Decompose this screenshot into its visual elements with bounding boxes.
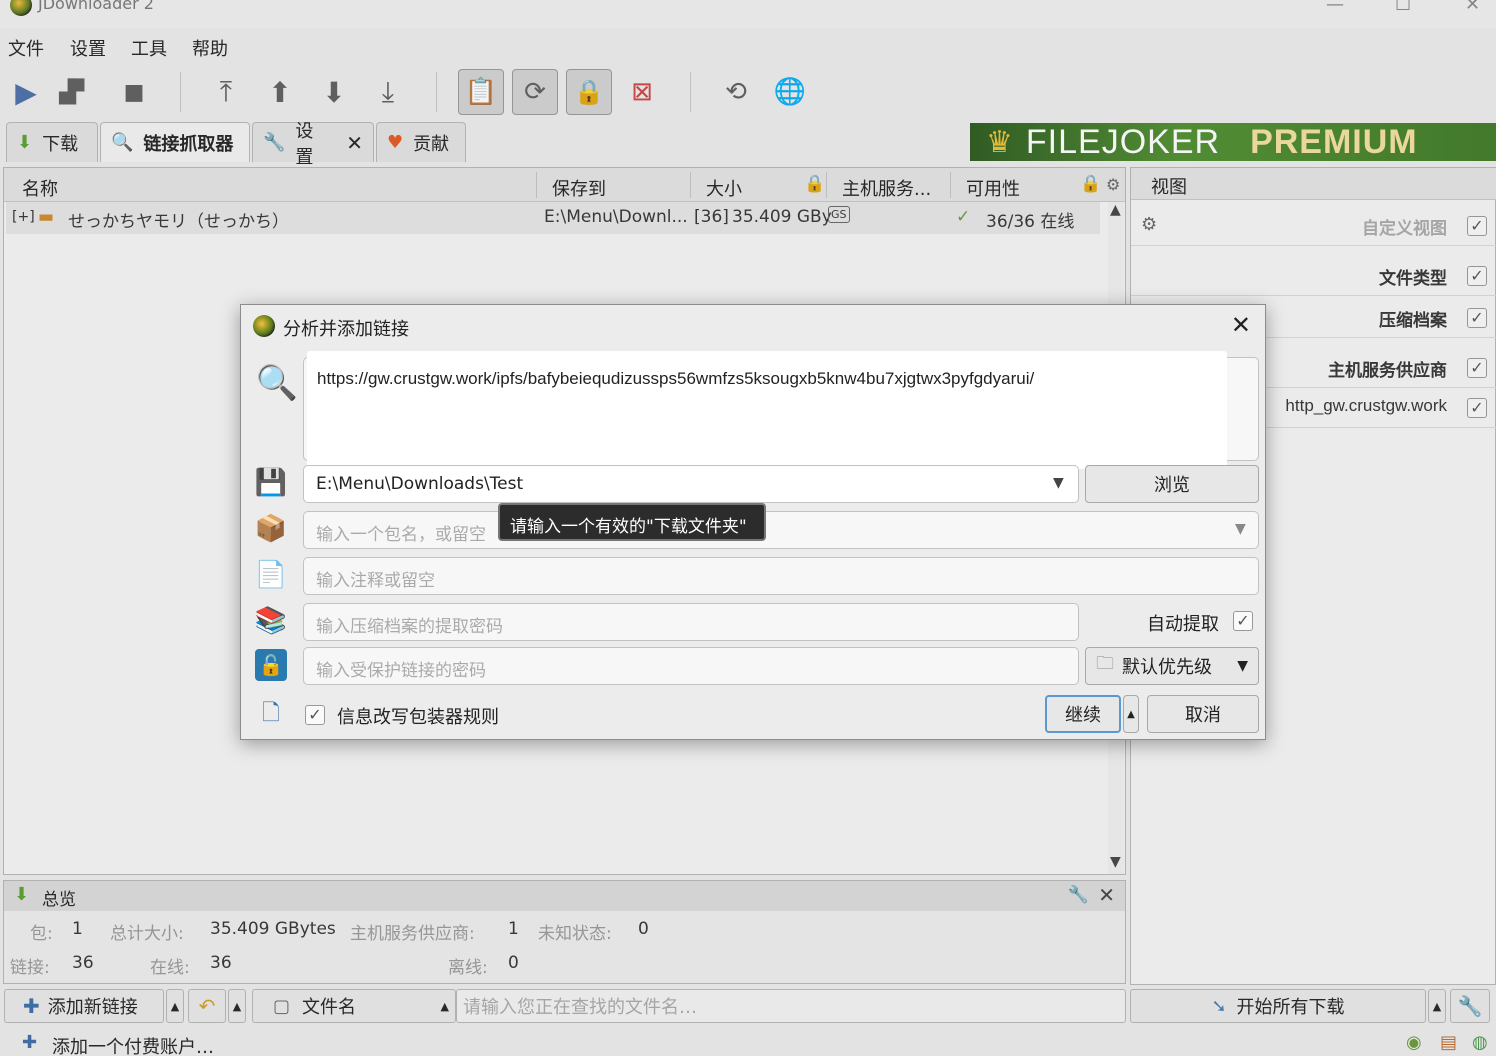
priority-dropdown[interactable]: 🗀 默认优先级 ▼ xyxy=(1085,647,1259,685)
comment-note-icon: 📄 xyxy=(254,560,288,590)
link-password-input[interactable]: 输入受保护链接的密码 xyxy=(303,647,1079,685)
protected-lock-icon: 🔓 xyxy=(255,649,287,681)
archive-books-icon: 📚 xyxy=(254,606,288,636)
dialog-title: 分析并添加链接 xyxy=(283,319,409,340)
continue-options-button[interactable]: ▲ xyxy=(1123,695,1139,733)
folder-validation-tooltip: 请输入一个有效的"下载文件夹" xyxy=(498,503,766,541)
save-disk-icon: 💾 xyxy=(254,468,288,498)
package-box-icon: 📦 xyxy=(254,514,288,544)
folder-icon: 🗀 xyxy=(1096,653,1114,674)
analyze-magnifier-icon: 🔍 xyxy=(255,363,299,403)
packagizer-label: 信息改写包装器规则 xyxy=(337,707,499,728)
folder-dropdown-arrow-icon[interactable]: ▼ xyxy=(1053,475,1064,491)
dropdown-arrow-icon: ▼ xyxy=(1237,658,1248,674)
continue-button[interactable]: 继续 xyxy=(1045,695,1121,733)
jdownloader-logo-icon xyxy=(253,315,275,337)
dialog-close-button[interactable]: ✕ xyxy=(1231,311,1251,339)
auto-extract-checkbox[interactable]: ✓ xyxy=(1233,611,1253,631)
auto-extract-label: 自动提取 xyxy=(1147,614,1219,635)
package-name-input[interactable]: 输入一个包名，或留空 xyxy=(303,511,1259,549)
download-folder-input[interactable]: E:\Menu\Downloads\Test xyxy=(303,465,1079,503)
package-dropdown-arrow-icon[interactable]: ▼ xyxy=(1235,521,1246,537)
packagizer-file-icon: 🗋 xyxy=(262,701,280,726)
archive-password-input[interactable]: 输入压缩档案的提取密码 xyxy=(303,603,1079,641)
url-textarea[interactable]: https://gw.crustgw.work/ipfs/bafybeiequd… xyxy=(307,351,1227,469)
packagizer-checkbox[interactable]: ✓ xyxy=(305,705,325,725)
priority-label: 默认优先级 xyxy=(1122,657,1212,678)
cancel-button[interactable]: 取消 xyxy=(1147,695,1259,733)
comment-input[interactable]: 输入注释或留空 xyxy=(303,557,1259,595)
browse-button[interactable]: 浏览 xyxy=(1085,465,1259,503)
